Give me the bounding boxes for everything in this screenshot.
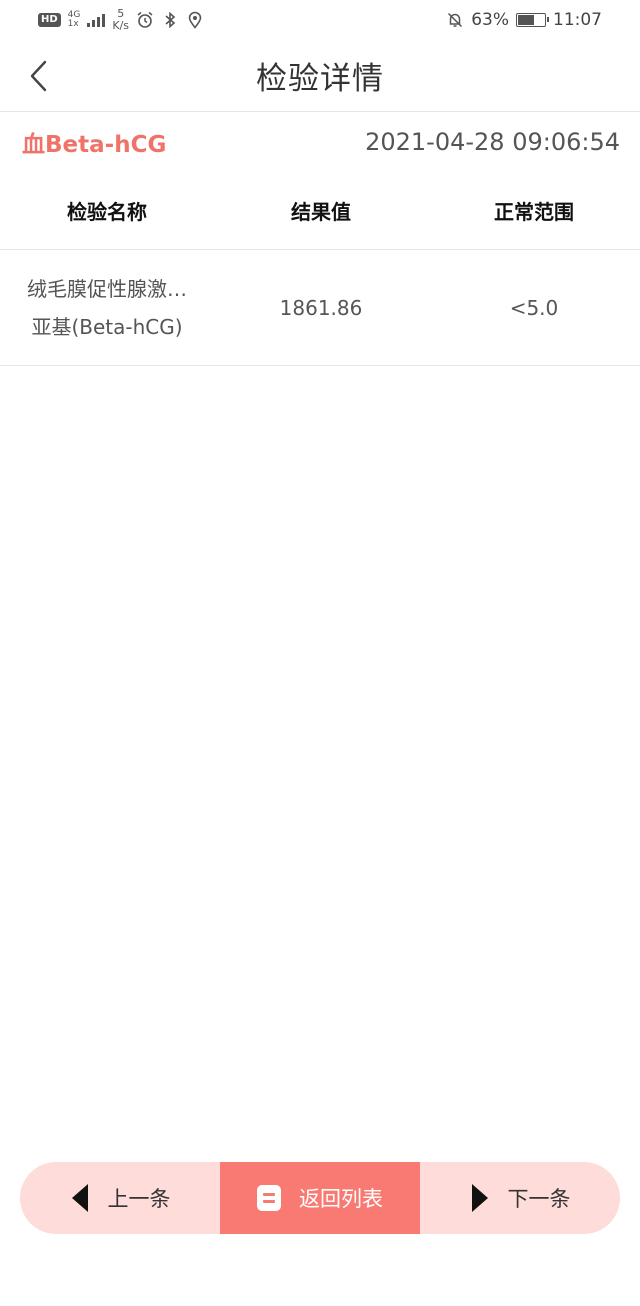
battery-fill [518,15,535,25]
nav-bar: 检验详情 [0,40,640,112]
column-header-name: 检验名称 [67,200,147,224]
table-header: 检验名称 结果值 正常范围 [0,172,640,250]
battery-percent: 63% [471,10,509,30]
network-sub-label: 1x [67,19,79,29]
cell-test-name-line1: 绒毛膜促性腺激… [27,276,187,301]
test-name: 血Beta-hCG [22,132,167,158]
table-row: 绒毛膜促性腺激… 亚基(Beta-hCG) 1861.86 <5.0 [0,250,640,366]
speed-unit: K/s [112,19,130,32]
hd-badge: HD [38,13,61,27]
status-left: HD 4G 1x 5 K/s [38,8,204,32]
status-bar: HD 4G 1x 5 K/s 63% 11:07 [0,0,640,40]
network-speed: 5 K/s [112,8,129,32]
column-header-result: 结果值 [291,200,351,224]
test-datetime: 2021-04-28 09:06:54 [365,128,620,156]
bluetooth-icon [165,11,176,29]
column-header-range: 正常范围 [494,200,574,224]
network-type: 4G 1x [68,11,81,29]
list-icon [257,1185,281,1211]
location-icon [188,11,202,29]
triangle-right-icon [471,1184,488,1212]
back-to-list-button[interactable]: 返回列表 [220,1162,420,1234]
cell-test-name-line2: 亚基(Beta-hCG) [31,314,183,339]
clock: 11:07 [553,10,602,30]
triangle-left-icon [71,1184,88,1212]
prev-label: 上一条 [107,1187,171,1211]
battery-icon [516,13,549,27]
back-to-list-label: 返回列表 [299,1187,383,1211]
prev-button[interactable]: 上一条 [20,1162,220,1234]
cell-range: <5.0 [509,295,559,320]
page-title: 检验详情 [256,61,384,97]
next-button[interactable]: 下一条 [420,1162,620,1234]
alarm-icon [137,11,153,28]
record-header: 血Beta-hCG 2021-04-28 09:06:54 [0,112,640,172]
status-right: 63% 11:07 [446,10,602,30]
cell-result: 1861.86 [279,295,363,320]
chevron-left-icon [30,60,47,92]
signal-icon [87,13,106,27]
bottom-nav-bar: 上一条 返回列表 下一条 [20,1162,620,1234]
mute-bell-icon [448,12,463,28]
next-label: 下一条 [507,1187,571,1211]
cell-test-name: 绒毛膜促性腺激… 亚基(Beta-hCG) [0,270,214,346]
back-button[interactable] [18,56,58,96]
